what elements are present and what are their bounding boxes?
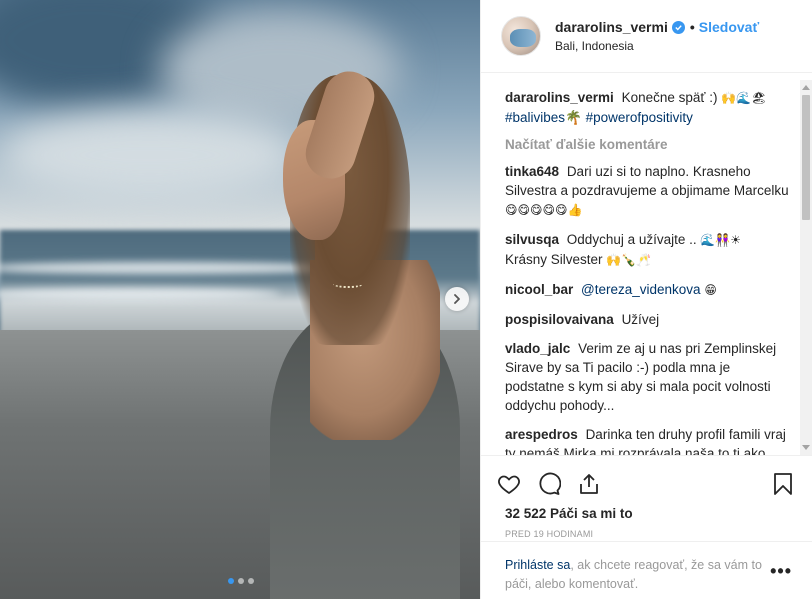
comment-item: pospisilovaivana Užívej	[505, 310, 789, 329]
likes-count[interactable]: 32 522 Páči sa mi to	[497, 506, 797, 521]
post-header: dararolins_vermi • Sledovať Bali, Indone…	[481, 0, 812, 73]
follow-button[interactable]: Sledovať	[699, 19, 759, 35]
load-more-comments-button[interactable]: Načítať ďalšie komentáre	[505, 137, 789, 152]
avatar[interactable]	[501, 16, 541, 56]
mention-link[interactable]: @tereza_videnkova	[581, 282, 701, 297]
comment-username[interactable]: arespedros	[505, 427, 578, 442]
comment-username[interactable]: silvusqa	[505, 232, 559, 247]
post-side-panel: dararolins_vermi • Sledovať Bali, Indone…	[480, 0, 812, 599]
comment-emojis: 😁	[704, 283, 717, 297]
carousel-dot	[228, 578, 234, 584]
comment-text: Užívej	[621, 312, 660, 327]
caption-emojis: 🙌🌊🏖	[721, 91, 767, 105]
share-button[interactable]	[577, 464, 617, 504]
comment-item: vlado_jalc Verim ze aj u nas pri Zemplin…	[505, 339, 789, 415]
comment-button[interactable]	[537, 464, 577, 504]
comment-emojis: 🙌🍾🥂	[606, 253, 652, 267]
comment-emojis: 😋😋😋😋😋👍	[505, 203, 583, 217]
hashtag-link[interactable]: #powerofpositivity	[586, 110, 693, 125]
woman-figure	[255, 64, 475, 599]
heart-icon	[498, 475, 520, 494]
comment-text: Krásny Silvester	[505, 252, 607, 267]
comment-icon	[539, 472, 561, 495]
bookmark-icon	[774, 473, 792, 495]
save-button[interactable]	[773, 464, 797, 504]
scrollbar-thumb[interactable]	[802, 95, 810, 220]
verified-icon	[671, 20, 685, 34]
carousel-next-button[interactable]	[445, 287, 469, 311]
scroll-down-arrow[interactable]	[802, 445, 810, 450]
login-prompt: Prihláste sa, ak chcete reagovať, že sa …	[481, 541, 812, 599]
scroll-up-arrow[interactable]	[802, 85, 810, 90]
necklace	[333, 280, 363, 288]
comments-list: dararolins_vermi Konečne späť :) 🙌🌊🏖 #ba…	[481, 74, 812, 455]
caption-text: Konečne späť :)	[621, 90, 718, 105]
post-actions: 32 522 Páči sa mi to PRED 19 HODINAMI	[481, 455, 812, 539]
location-link[interactable]: Bali, Indonesia	[555, 39, 759, 53]
caption-username[interactable]: dararolins_vermi	[505, 90, 614, 105]
comment-text: Oddychuj a užívajte ..	[566, 232, 701, 247]
hashtag-link[interactable]: #balivibes🌴	[505, 110, 582, 125]
comment-emojis: 🌊👭☀	[700, 233, 742, 247]
instagram-post-modal: dararolins_vermi • Sledovať Bali, Indone…	[0, 0, 812, 599]
comment-username[interactable]: tinka648	[505, 164, 559, 179]
comment-username[interactable]: pospisilovaivana	[505, 312, 614, 327]
carousel-dot	[238, 578, 244, 584]
comment-username[interactable]: nicool_bar	[505, 282, 573, 297]
comment-item: nicool_bar @tereza_videnkova 😁	[505, 280, 789, 300]
comment-item: arespedros Darinka ten druhy profil fami…	[505, 425, 789, 455]
share-icon	[580, 474, 598, 494]
comment-item: silvusqa Oddychuj a užívajte .. 🌊👭☀ Krás…	[505, 230, 789, 270]
comment-item: tinka648 Dari uzi si to naplno. Krasneho…	[505, 162, 789, 220]
chevron-right-icon	[454, 294, 460, 304]
carousel-dot	[248, 578, 254, 584]
post-timestamp[interactable]: PRED 19 HODINAMI	[497, 529, 797, 539]
comments-scrollbar[interactable]	[800, 80, 812, 455]
like-button[interactable]	[497, 464, 537, 504]
login-link[interactable]: Prihláste sa	[505, 558, 570, 572]
comment-username[interactable]: vlado_jalc	[505, 341, 570, 356]
header-username[interactable]: dararolins_vermi	[555, 19, 668, 35]
post-photo[interactable]	[0, 0, 480, 599]
more-icon[interactable]: •••	[770, 562, 792, 580]
separator: •	[689, 19, 695, 35]
caption: dararolins_vermi Konečne späť :) 🙌🌊🏖 #ba…	[505, 88, 789, 127]
carousel-indicator	[228, 578, 254, 584]
